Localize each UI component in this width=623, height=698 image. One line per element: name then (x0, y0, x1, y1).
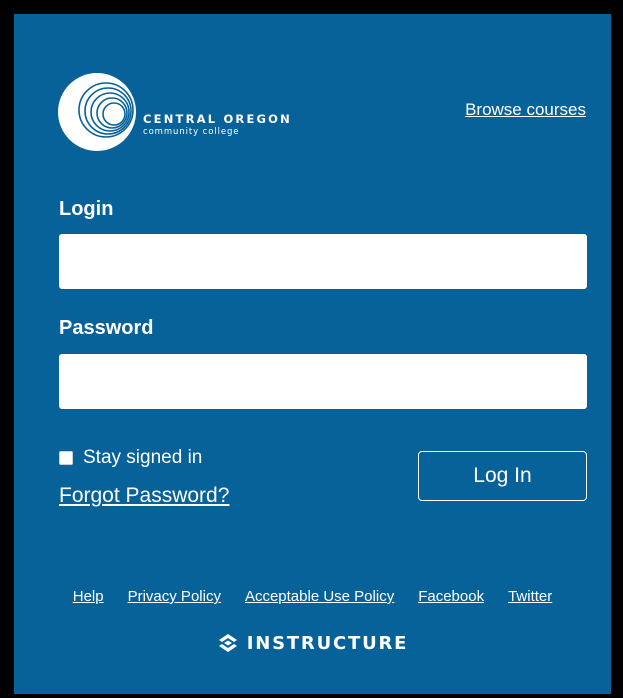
instructure-wordmark: INSTRUCTURE (246, 632, 409, 654)
concentric-circles-logo-icon (58, 73, 136, 151)
stay-signed-in-checkbox[interactable] (59, 451, 73, 465)
footer-links: Help Privacy Policy Acceptable Use Polic… (14, 588, 611, 605)
forgot-password-link[interactable]: Forgot Password? (59, 484, 229, 508)
college-name-line2: community college (143, 127, 240, 137)
footer-link-help[interactable]: Help (73, 588, 104, 605)
password-label: Password (59, 317, 154, 339)
footer-link-facebook[interactable]: Facebook (418, 588, 484, 605)
college-name-line1: CENTRAL OREGON (143, 112, 292, 126)
stay-signed-in-row[interactable]: Stay signed in (59, 447, 202, 469)
footer-link-acceptable-use-policy[interactable]: Acceptable Use Policy (245, 588, 394, 605)
window-frame: CENTRAL OREGON community college Browse … (0, 0, 623, 698)
footer-link-twitter[interactable]: Twitter (508, 588, 552, 605)
instructure-icon (218, 634, 237, 652)
footer-link-privacy-policy[interactable]: Privacy Policy (128, 588, 221, 605)
instructure-branding[interactable]: INSTRUCTURE (14, 632, 611, 654)
login-label: Login (59, 198, 114, 220)
stay-signed-in-label[interactable]: Stay signed in (83, 447, 202, 469)
login-input[interactable] (59, 234, 587, 289)
password-input[interactable] (59, 354, 587, 409)
browse-courses-link[interactable]: Browse courses (465, 100, 586, 120)
college-logo: CENTRAL OREGON community college (57, 72, 297, 154)
login-button[interactable]: Log In (418, 451, 587, 501)
login-panel: CENTRAL OREGON community college Browse … (14, 14, 611, 694)
